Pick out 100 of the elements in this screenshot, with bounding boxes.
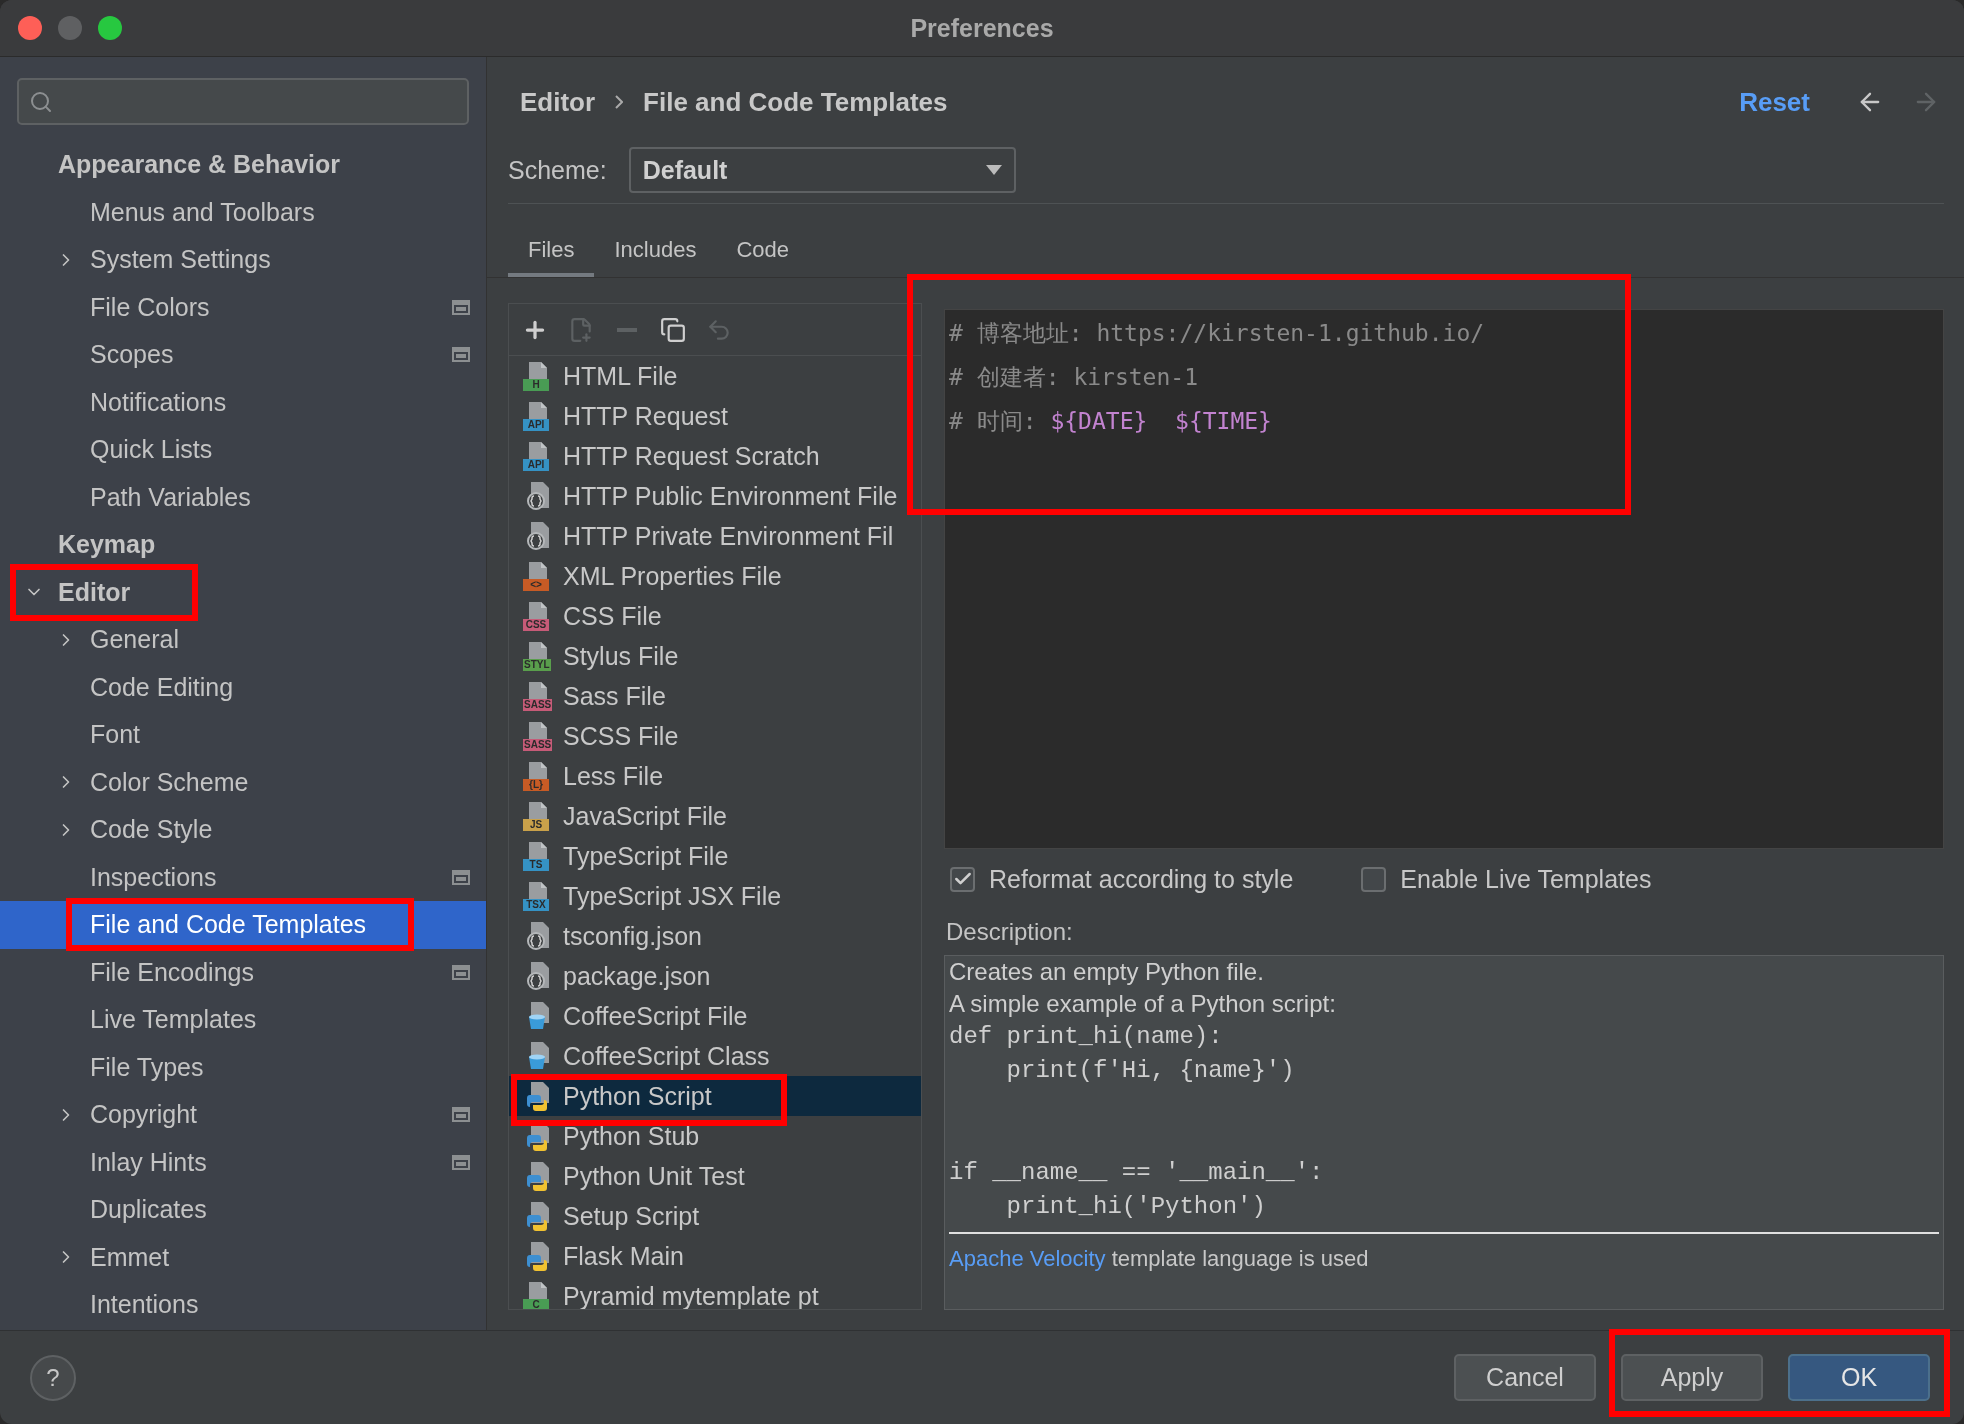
template-item[interactable]: tsconfig.json xyxy=(509,916,921,956)
sidebar-item-label: Code Editing xyxy=(90,672,234,702)
copy-icon xyxy=(660,316,686,343)
file-type-badge: SASS xyxy=(523,699,553,711)
template-item[interactable]: HTTP Private Environment Fil xyxy=(509,516,921,556)
template-item-label: Python Script xyxy=(563,1081,712,1111)
template-item[interactable]: TSX TypeScript JSX File xyxy=(509,876,921,916)
sidebar-item[interactable]: Appearance & Behavior xyxy=(0,141,486,189)
sidebar-item[interactable]: Keymap xyxy=(0,521,486,569)
cancel-button[interactable]: Cancel xyxy=(1454,1354,1596,1401)
template-item[interactable]: C Pyramid mytemplate pt xyxy=(509,1276,921,1309)
file-type-badge: CSS xyxy=(523,619,549,631)
template-item[interactable]: TS TypeScript File xyxy=(509,836,921,876)
template-item[interactable]: {L} Less File xyxy=(509,756,921,796)
breadcrumb-item[interactable]: Editor xyxy=(520,86,596,118)
file-type-badge: H xyxy=(523,379,549,391)
template-item-label: CoffeeScript Class xyxy=(563,1041,770,1071)
help-button[interactable]: ? xyxy=(30,1354,76,1401)
apply-button[interactable]: Apply xyxy=(1621,1354,1763,1401)
sidebar-item[interactable]: General xyxy=(0,616,486,664)
sidebar-item[interactable]: Color Scheme xyxy=(0,758,486,806)
template-item-label: HTML File xyxy=(563,361,678,391)
sidebar-item[interactable]: Copyright xyxy=(0,1091,486,1139)
template-item[interactable]: CoffeeScript File xyxy=(509,996,921,1036)
tab[interactable]: Code xyxy=(716,227,809,277)
sidebar-item[interactable]: Inspections xyxy=(0,853,486,901)
sidebar-item[interactable]: Menus and Toolbars xyxy=(0,188,486,236)
zoom-window-icon[interactable] xyxy=(98,16,122,40)
sidebar-item[interactable]: Code Style xyxy=(0,806,486,854)
template-item[interactable]: Flask Main xyxy=(509,1236,921,1276)
sidebar-item-label: Copyright xyxy=(90,1100,197,1130)
file-type-badge: API xyxy=(523,459,549,471)
template-item-label: HTTP Public Environment File xyxy=(563,481,898,511)
template-item-label: Setup Script xyxy=(563,1201,700,1231)
file-plus-icon xyxy=(568,316,594,343)
sidebar-item[interactable]: Scopes xyxy=(0,331,486,379)
sidebar-item-label: Menus and Toolbars xyxy=(90,197,315,227)
template-item[interactable]: SASS SCSS File xyxy=(509,716,921,756)
sidebar-item-label: Appearance & Behavior xyxy=(58,150,341,180)
template-item-label: CSS File xyxy=(563,601,662,631)
sidebar-item[interactable]: Duplicates xyxy=(0,1186,486,1234)
tab[interactable]: Files xyxy=(508,227,595,277)
sidebar-item-label: File Types xyxy=(90,1052,204,1082)
sidebar-item[interactable]: Path Variables xyxy=(0,473,486,521)
sidebar-item[interactable]: Quick Lists xyxy=(0,426,486,474)
template-item[interactable]: API HTTP Request xyxy=(509,396,921,436)
sidebar-item[interactable]: Live Templates xyxy=(0,996,486,1044)
sidebar-item-label: File and Code Templates xyxy=(90,910,367,940)
sidebar-item[interactable]: System Settings xyxy=(0,236,486,284)
template-item-label: Pyramid mytemplate pt xyxy=(563,1281,819,1309)
template-item-label: Flask Main xyxy=(563,1241,684,1271)
sidebar-item[interactable]: Notifications xyxy=(0,378,486,426)
template-item[interactable]: package.json xyxy=(509,956,921,996)
sidebar-item-label: Emmet xyxy=(90,1242,170,1272)
template-item[interactable]: HTTP Public Environment File xyxy=(509,476,921,516)
close-window-icon[interactable] xyxy=(18,16,42,40)
sidebar-item[interactable]: Inlay Hints xyxy=(0,1138,486,1186)
scheme-dropdown[interactable]: Default xyxy=(628,147,1016,193)
sidebar-item-label: General xyxy=(90,625,179,655)
template-item[interactable]: SASS Sass File xyxy=(509,676,921,716)
sidebar-item[interactable]: File Colors xyxy=(0,283,486,331)
template-item[interactable]: Python Script xyxy=(509,1076,921,1116)
tab[interactable]: Includes xyxy=(594,227,717,277)
sidebar-item[interactable]: Emmet xyxy=(0,1233,486,1281)
sidebar-item[interactable]: Code Editing xyxy=(0,663,486,711)
window-title: Preferences xyxy=(910,13,1054,43)
description-label: Description: xyxy=(945,917,1074,947)
sidebar-item[interactable]: Intentions xyxy=(0,1281,486,1329)
sidebar-item-label: Font xyxy=(90,720,141,750)
sidebar-item[interactable]: Font xyxy=(0,711,486,759)
sidebar-item-label: Live Templates xyxy=(90,1005,257,1035)
checkbox[interactable] xyxy=(950,866,975,892)
sidebar-item-label: System Settings xyxy=(90,245,271,275)
template-item[interactable]: API HTTP Request Scratch xyxy=(509,436,921,476)
template-item[interactable]: CoffeeScript Class xyxy=(509,1036,921,1076)
template-item[interactable]: STYL Stylus File xyxy=(509,636,921,676)
template-item[interactable]: Setup Script xyxy=(509,1196,921,1236)
sidebar-item[interactable]: File Encodings xyxy=(0,948,486,996)
checkbox[interactable] xyxy=(1361,866,1387,892)
template-item[interactable]: H HTML File xyxy=(509,356,921,396)
template-item[interactable]: <> XML Properties File xyxy=(509,556,921,596)
template-item-label: tsconfig.json xyxy=(563,921,702,951)
reset-link[interactable]: Reset xyxy=(1739,86,1810,118)
sidebar-item[interactable]: Editor xyxy=(0,568,486,616)
sidebar-item-label: Color Scheme xyxy=(90,767,249,797)
template-item[interactable]: Python Unit Test xyxy=(509,1156,921,1196)
template-item-label: XML Properties File xyxy=(563,561,782,591)
sidebar-item[interactable]: File and Code Templates xyxy=(0,901,486,949)
template-editor[interactable]: # 博客地址: https://kirsten-1.github.io/ # 创建者: kirsten-1 # 时间: ${DATE} ${TIME} xyxy=(944,309,1944,849)
code-line: # 时间: ${DATE} ${TIME} xyxy=(949,407,1273,436)
template-item[interactable]: JS JavaScript File xyxy=(509,796,921,836)
template-item[interactable]: Python Stub xyxy=(509,1116,921,1156)
sidebar-item-label: Duplicates xyxy=(90,1195,207,1225)
template-item[interactable]: CSS CSS File xyxy=(509,596,921,636)
sidebar-item[interactable]: File Types xyxy=(0,1043,486,1091)
velocity-link[interactable]: Apache Velocity xyxy=(949,1246,1106,1271)
template-item-label: Less File xyxy=(563,761,664,791)
ok-button[interactable]: OK xyxy=(1788,1354,1930,1401)
search-field[interactable] xyxy=(17,78,469,125)
sidebar-item-label: Keymap xyxy=(58,530,156,560)
